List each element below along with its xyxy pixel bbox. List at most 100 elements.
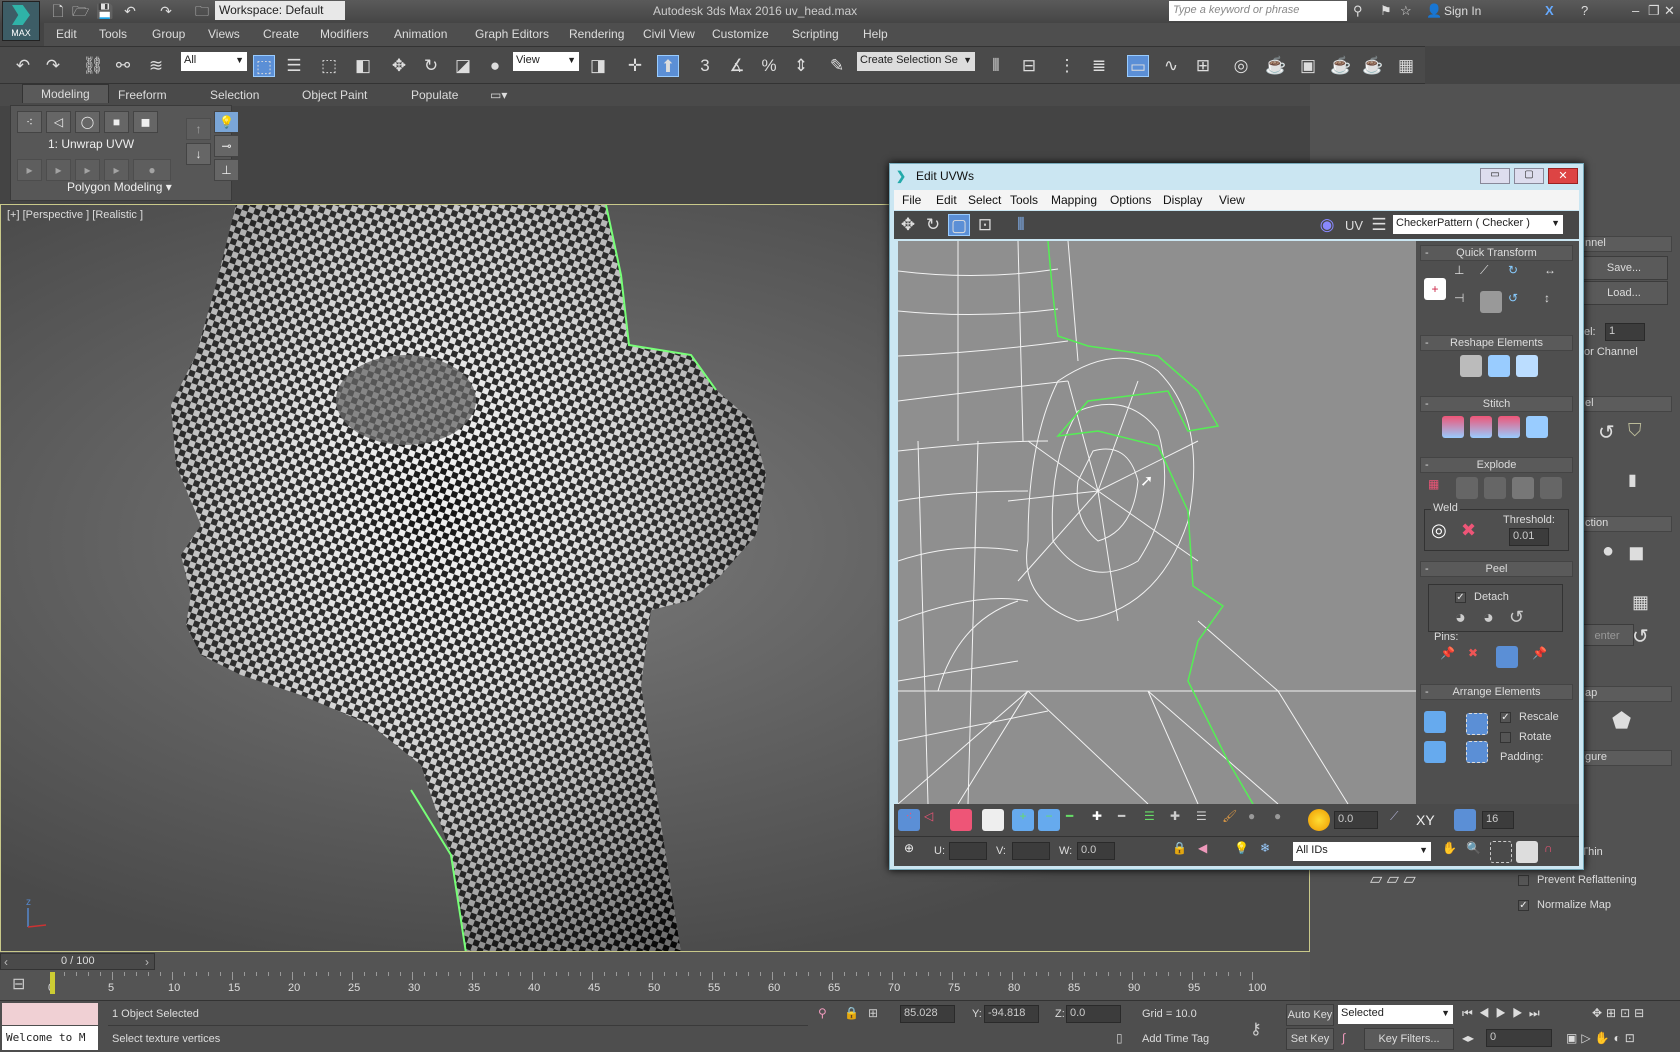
collapse-stack-icon[interactable]: ⊥ [214,159,239,181]
rotate-checkbox[interactable]: Rotate [1500,731,1551,743]
menu-edit[interactable]: Edit [56,27,77,41]
w-spinner[interactable]: 0.0 [1077,842,1115,860]
straighten-selection-icon[interactable] [1460,355,1482,377]
pivot-center-icon[interactable]: ◨ [587,55,609,77]
pelt-map-icon[interactable]: ⛉ [1628,420,1642,441]
named-selection-sets-dropdown[interactable]: Create Selection Se [857,52,975,71]
grid-icon[interactable]: ▦ [1632,592,1649,613]
relax-until-flat-icon[interactable] [1516,355,1538,377]
explode-header[interactable]: Explode [1420,457,1573,473]
zoom-icon[interactable]: 🔍 [1466,841,1488,863]
bind-space-warp-icon[interactable]: ≋ [145,55,167,77]
explode-icon[interactable] [1512,477,1534,499]
playback-controls[interactable]: ⏮◀▶▶⏭ [1462,1006,1546,1021]
edit-pins-icon[interactable]: 📌 [1440,646,1462,668]
mirror-icon[interactable]: ⫴ [1010,214,1032,236]
close-icon[interactable]: ✕ [1664,3,1675,19]
percent-snap-icon[interactable]: % [758,55,780,77]
straighten-icon[interactable] [1480,291,1502,313]
rotate-icon[interactable]: ↻ [922,214,944,236]
link-icon[interactable]: ⛓ [82,55,104,77]
exchange-icon[interactable]: X [1545,3,1554,18]
map-channel-spinner[interactable]: 1 [1605,323,1645,341]
panel-title-polygon-modeling[interactable]: Polygon Modeling ▾ [67,180,172,194]
reshape-elements-header[interactable]: Reshape Elements [1420,335,1573,351]
arrange-elements-header[interactable]: Arrange Elements [1420,684,1573,700]
menu-modifiers[interactable]: Modifiers [320,27,369,41]
select-pinned-icon[interactable]: 📌 [1532,646,1554,668]
grid-snap-icon[interactable] [1454,809,1476,831]
pin-stack-icon[interactable]: ⊸ [214,135,239,157]
menu-graph-editors[interactable]: Graph Editors [475,27,549,41]
menu-rendering[interactable]: Rendering [569,27,624,41]
material-editor-icon[interactable]: ◎ [1230,55,1252,77]
pack-custom-icon[interactable] [1424,711,1446,733]
close-button[interactable]: ✕ [1548,168,1578,184]
select-by-name-icon[interactable]: ☰ [283,55,305,77]
material-id-dropdown[interactable]: All IDs [1293,842,1431,861]
menu-tools[interactable]: Tools [1010,193,1038,207]
quick-transform-header[interactable]: Quick Transform [1420,245,1573,261]
key-tangent-icon[interactable]: ∫ [1342,1031,1345,1045]
soft-selection-icon[interactable] [1308,809,1330,831]
subscription-icon[interactable]: ⚑ [1380,3,1392,19]
menu-view[interactable]: View [1219,193,1245,207]
render-iterative-icon[interactable]: ☕ [1362,55,1384,77]
peel-header[interactable]: Peel [1420,561,1573,577]
element-mode-icon[interactable]: ◼ [133,111,158,133]
threshold-spinner[interactable]: 0.01 [1509,528,1549,546]
pan-icon[interactable]: ✋ [1442,841,1464,863]
zoom-region-icon[interactable] [1490,841,1512,863]
key-mode-toggle-icon[interactable]: ◂▸ [1462,1031,1474,1045]
reset-peel-icon[interactable]: ↺ [1509,607,1531,629]
absolute-offset-icon[interactable]: ⊕ [898,841,920,863]
set-key-button[interactable]: Set Key [1286,1028,1334,1050]
maximize-button[interactable]: ▢ [1514,168,1544,184]
quick-peel-icon[interactable]: ◕ [1455,607,1477,629]
tab-modeling[interactable]: Modeling [22,84,109,103]
redo-icon[interactable]: ↷ [42,55,64,77]
redo-icon[interactable]: ↷ [158,3,174,19]
edit-named-selection-icon[interactable]: ✎ [826,55,848,77]
selection-lock-icon[interactable]: 🔒 [844,1006,859,1020]
explode-icon[interactable] [1456,477,1478,499]
window-crossing-icon[interactable]: ◧ [352,55,374,77]
uv-editor-canvas[interactable]: ➚ [898,241,1416,804]
rescale-checkbox[interactable]: ✓ Rescale [1500,711,1559,723]
scale-icon[interactable]: ◪ [452,55,474,77]
current-frame-spinner[interactable]: 0 [1486,1029,1552,1047]
render-production-icon[interactable]: ☕ [1330,55,1352,77]
layer-explorer-icon[interactable]: ⋮ [1056,55,1078,77]
delete-pins-icon[interactable]: ✖ [1468,646,1490,668]
edge-ring-icon[interactable]: ☰ [1144,809,1166,831]
modifier-up-icon[interactable]: ↑ [186,118,211,140]
menu-help[interactable]: Help [863,27,888,41]
select-icon[interactable]: ▸ [75,159,100,181]
x-coordinate-field[interactable]: 85.028 [900,1005,955,1023]
shrink-loop-icon[interactable]: ━ [1118,809,1140,831]
shrink-brush-icon[interactable]: ● [1274,809,1296,831]
time-cursor[interactable] [50,972,55,994]
selection-filter-dropdown[interactable]: All [181,52,247,71]
key-mode-dropdown[interactable]: Selected [1338,1005,1453,1024]
pack-normalize-icon[interactable] [1424,741,1446,763]
menu-tools[interactable]: Tools [99,27,127,41]
v-spinner[interactable] [1012,842,1050,860]
set-key-mode-icon[interactable]: ⚷ [1250,1019,1262,1039]
spherical-map-icon[interactable]: ● [1602,540,1614,563]
rotate-ccw-icon[interactable]: ↺ [1508,291,1530,313]
load-button[interactable]: Load... [1580,281,1668,305]
ribbon-options-icon[interactable]: ▭▾ [490,88,507,102]
tab-freeform[interactable]: Freeform [118,88,167,102]
search-input[interactable]: Type a keyword or phrase [1169,1,1347,21]
channel-rollout-header[interactable]: nnel [1580,236,1672,252]
align-horizontal-icon[interactable]: ⊥ [1454,263,1476,285]
menu-group[interactable]: Group [152,27,185,41]
tab-object-paint[interactable]: Object Paint [302,88,367,102]
hide-icon[interactable]: ◀ [1198,841,1220,863]
reset-icon[interactable]: ↺ [1632,624,1649,649]
rendered-frame-window-icon[interactable]: ▣ [1297,55,1319,77]
falloff-spinner[interactable]: 0.0 [1334,811,1378,829]
application-menu-button[interactable]: MAX [2,1,40,41]
uv-mesh[interactable] [898,241,1416,804]
